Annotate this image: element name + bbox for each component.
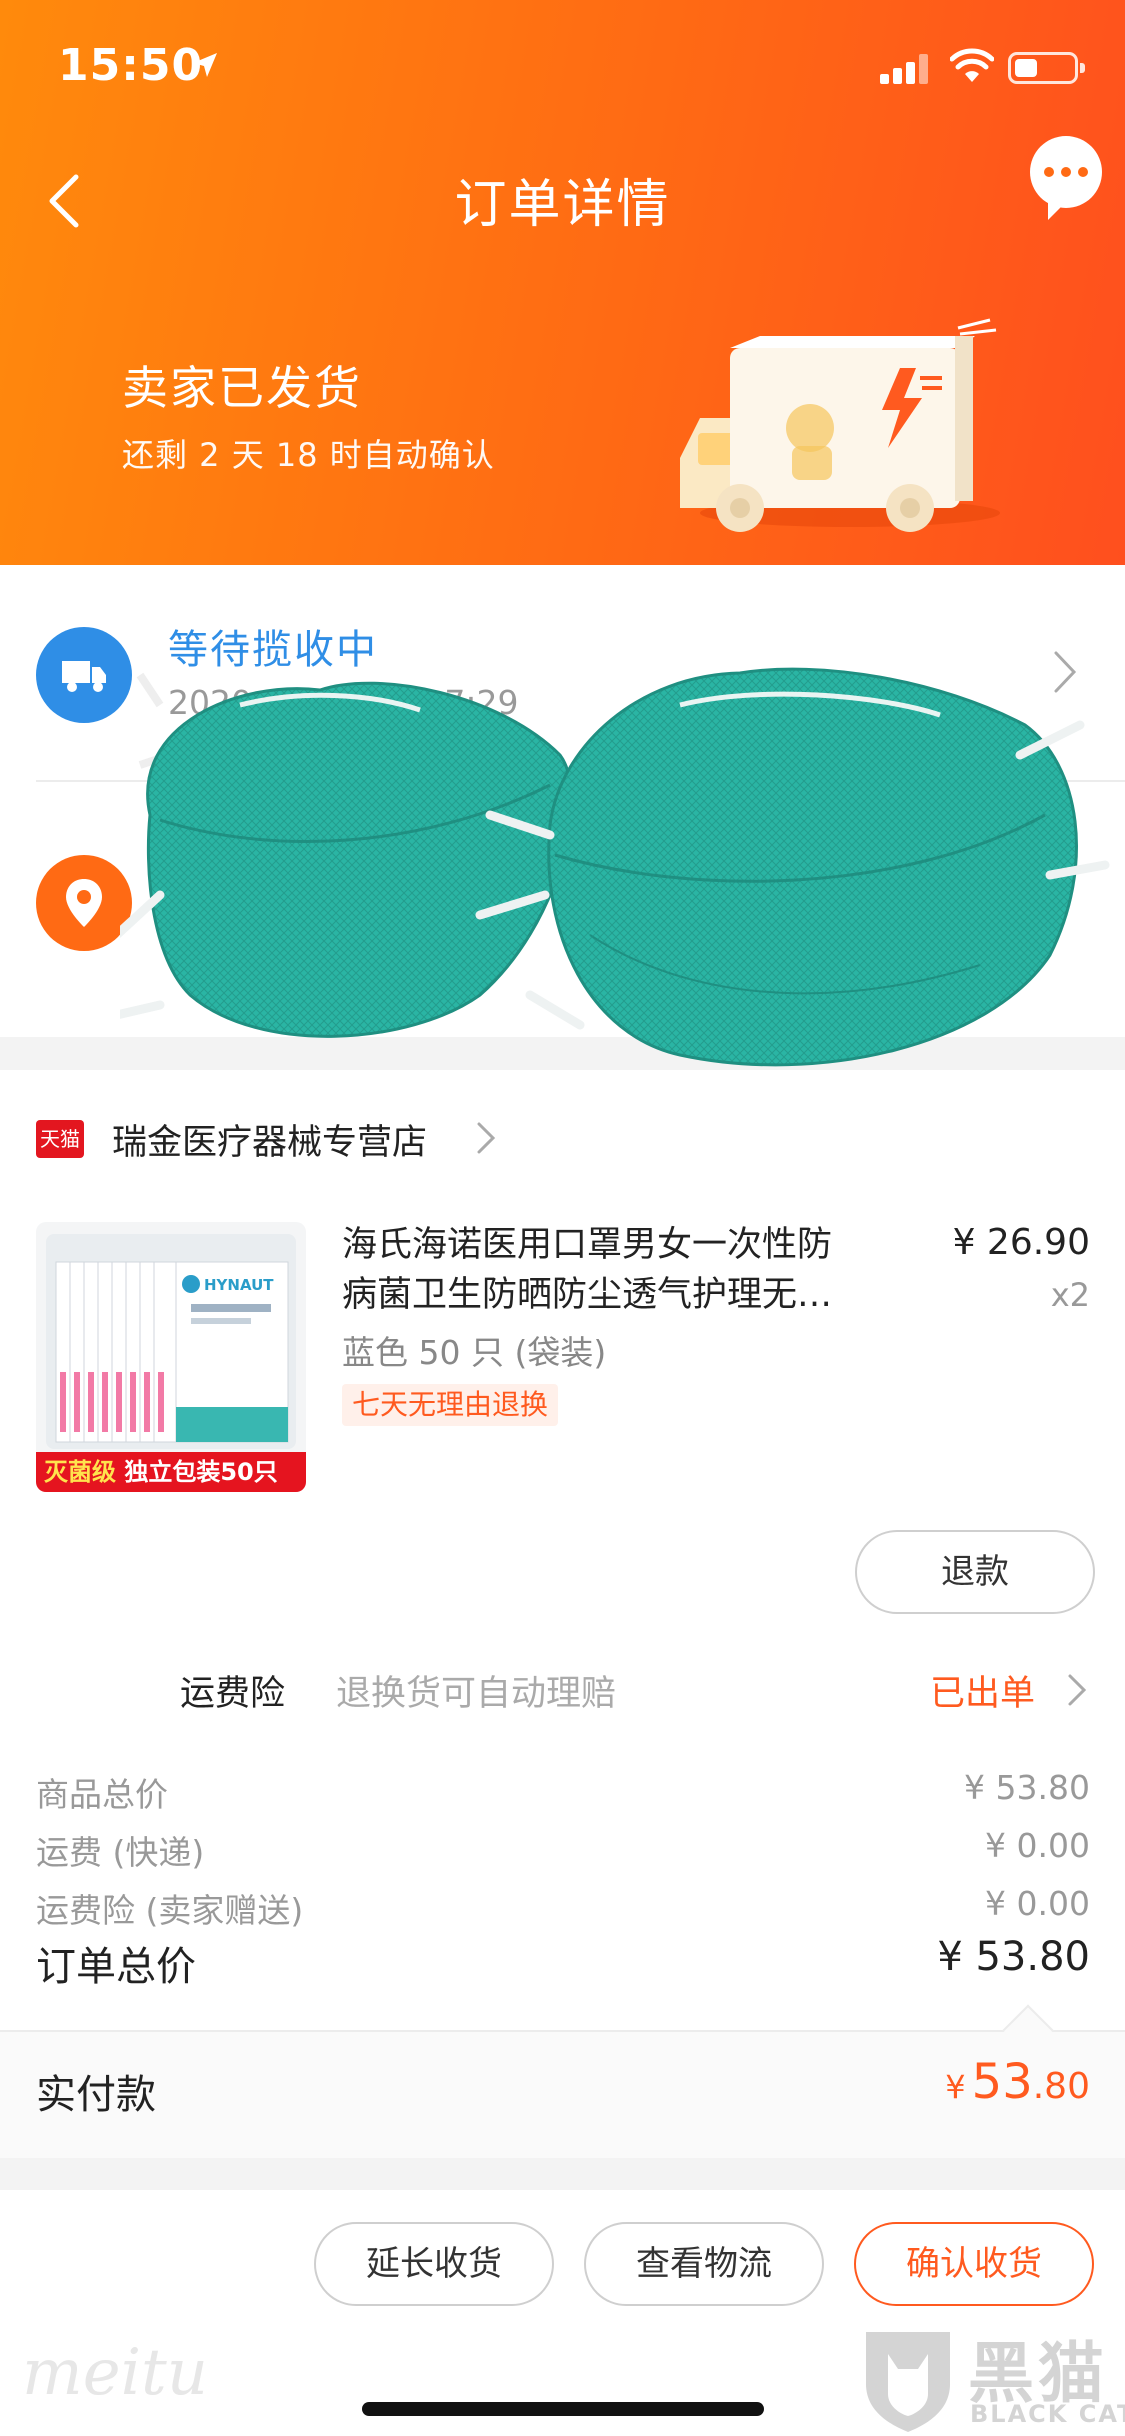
chevron-right-icon[interactable] [1066, 1672, 1088, 1708]
truck-icon [36, 627, 132, 723]
location-pin-icon [36, 855, 132, 951]
amount-paid-row: 实付款 ¥53.80 [0, 2004, 1125, 2158]
mask-photo-overlay [120, 667, 1110, 1067]
product-thumbnail[interactable]: HYNAUT 灭菌级 独立包装50只 [36, 1222, 306, 1492]
more-menu-icon[interactable] [1030, 136, 1102, 208]
order-items-card: 天猫 瑞金医疗器械专营店 HYNAUT 灭菌级 独立包装50只 海氏海诺医用口罩… [0, 1070, 1125, 2030]
product-quantity: x2 [1050, 1276, 1090, 1314]
amount-paid-label: 实付款 [36, 2072, 156, 2118]
status-bar: 15:50 [0, 0, 1125, 136]
product-spec: 蓝色 50 只 (袋装) [342, 1333, 607, 1372]
extend-receipt-button[interactable]: 延长收货 [314, 2222, 554, 2306]
shipping-status-title: 卖家已发货 [122, 361, 362, 415]
product-price: ¥ 26.90 [952, 1222, 1090, 1263]
thumb-brand: HYNAUT [204, 1276, 274, 1294]
auto-confirm-countdown: 还剩 2 天 18 时自动确认 [122, 436, 495, 474]
shipping-insurance-label: 运费险 [180, 1674, 286, 1714]
confirm-receipt-button[interactable]: 确认收货 [854, 2222, 1094, 2306]
meitu-watermark: meitu [22, 2336, 208, 2410]
fee-row: 运费 (快递) ¥ 0.00 [36, 1826, 1090, 1872]
chevron-right-icon[interactable] [475, 1120, 497, 1156]
fee-row: 商品总价 ¥ 53.80 [36, 1768, 1090, 1814]
fee-row: 运费险 (卖家赠送) ¥ 0.00 [36, 1884, 1090, 1930]
return-policy-tag: 七天无理由退换 [342, 1384, 559, 1426]
location-arrow-icon [193, 53, 217, 77]
order-header: 15:50 订单详情 卖家已发货 还剩 2 天 18 时自动确认 [0, 0, 1125, 565]
shipping-insurance-desc: 退换货可自动理赔 [336, 1674, 617, 1714]
page-title: 订单详情 [454, 175, 671, 235]
bottom-action-bar: 延长收货 查看物流 确认收货 meitu 黑猫 BLACK CAT [0, 2190, 1125, 2436]
product-title[interactable]: 海氏海诺医用口罩男女一次性防 病菌卫生防晒防尘透气护理无… [342, 1220, 912, 1320]
refund-button[interactable]: 退款 [855, 1530, 1095, 1614]
logistics-card[interactable]: 等待揽收中 2020-01-21 10:17:29 [0, 565, 1125, 1067]
status-time: 15:50 [58, 40, 204, 91]
shop-name[interactable]: 瑞金医疗器械专营店 [112, 1114, 427, 1165]
thumb-promo-badge: 灭菌级 独立包装50只 [36, 1452, 306, 1492]
order-detail-page: 15:50 订单详情 卖家已发货 还剩 2 天 18 时自动确认 等待揽收中 天… [0, 0, 1125, 2436]
mask-package-image: HYNAUT [46, 1234, 296, 1449]
cellular-signal-icon [880, 52, 930, 84]
blackcat-shield-icon [866, 2332, 950, 2432]
shipping-insurance-status[interactable]: 已出单 [930, 1665, 1035, 1716]
blackcat-watermark: 黑猫 BLACK CAT [848, 2320, 1125, 2436]
amount-paid-value: ¥53.80 [945, 2054, 1090, 2110]
tmall-badge-icon: 天猫 [36, 1120, 84, 1158]
home-indicator[interactable] [362, 2402, 764, 2416]
delivery-truck-illustration [680, 318, 1000, 532]
view-logistics-button[interactable]: 查看物流 [584, 2222, 824, 2306]
battery-icon [1008, 52, 1085, 84]
wifi-icon [950, 48, 994, 82]
